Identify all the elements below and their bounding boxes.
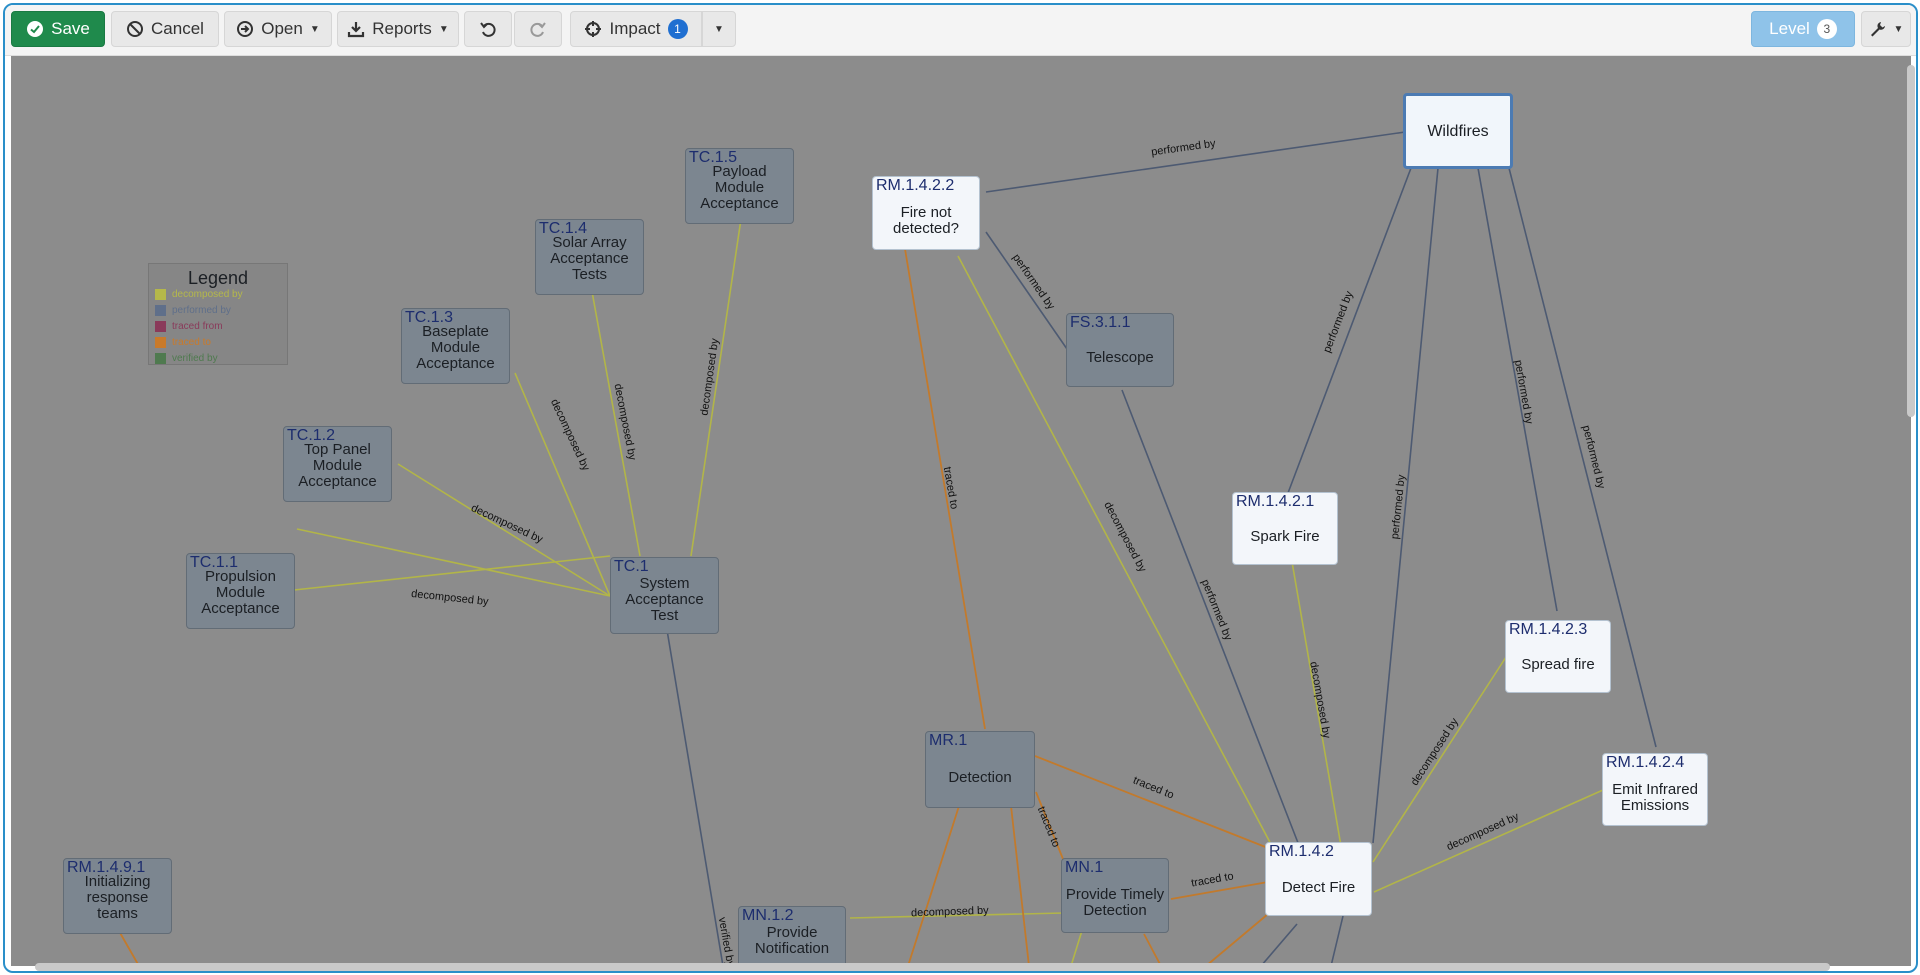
caret-down-icon: ▼ [438,23,449,35]
node-wildfires[interactable]: Wildfires [1403,93,1513,169]
node-rm-1-4-9-1[interactable]: RM.1.4.9.1 Initializing response teams [63,858,172,934]
cancel-button[interactable]: Cancel [111,11,219,47]
open-button[interactable]: Open ▼ [224,11,332,47]
crosshairs-icon [585,21,602,37]
redo-button[interactable] [514,11,562,47]
toolbar: Save Cancel Open ▼ Reports ▼ Impact 1 ▼ [5,5,1916,56]
legend-item: verified by [155,352,218,364]
undo-icon [480,22,496,37]
node-mn-1-2[interactable]: MN.1.2 Provide Notification [738,906,846,966]
node-tc-1-2[interactable]: TC.1.2 Top Panel Module Acceptance [283,426,392,502]
legend-title: Legend [187,268,249,288]
node-tc-1-3[interactable]: TC.1.3 Baseplate Module Acceptance [401,308,510,384]
sign-in-icon [237,21,254,37]
impact-count-badge: 1 [667,19,688,39]
level-label: Level [1769,19,1810,38]
node-mn-1[interactable]: MN.1 Provide Timely Detection [1061,858,1169,933]
legend-item: traced to [155,336,211,348]
save-button[interactable]: Save [11,11,105,47]
legend: Legend decomposed by performed by traced… [148,263,288,365]
node-mr-1[interactable]: MR.1 Detection [925,731,1035,808]
legend-item: traced from [155,320,223,332]
node-tc-1-5[interactable]: TC.1.5 Payload Module Acceptance [685,148,794,224]
caret-down-icon: ▼ [714,23,724,35]
level-value-badge: 3 [1816,19,1837,39]
node-rm-1-4-2[interactable]: RM.1.4.2 Detect Fire [1265,842,1372,916]
caret-down-icon: ▼ [1893,23,1904,35]
node-rm-1-4-2-3[interactable]: RM.1.4.2.3 Spread fire [1505,620,1611,693]
reports-label: Reports [372,19,432,38]
vertical-scrollbar[interactable] [1907,65,1915,417]
cancel-label: Cancel [151,19,204,38]
reports-button[interactable]: Reports ▼ [337,11,459,47]
app-window: Save Cancel Open ▼ Reports ▼ Impact 1 ▼ [3,3,1918,973]
node-rm-1-4-2-2[interactable]: RM.1.4.2.2 Fire not detected? [872,176,980,250]
save-label: Save [51,19,90,38]
horizontal-scrollbar[interactable] [35,963,1830,971]
caret-down-icon: ▼ [309,23,320,35]
node-tc-1[interactable]: TC.1 System Acceptance Test [610,557,719,634]
wrench-icon [1870,22,1885,37]
impact-label: Impact [609,19,661,38]
settings-button[interactable]: ▼ [1861,11,1911,47]
redo-icon [530,22,546,37]
node-tc-1-4[interactable]: TC.1.4 Solar Array Acceptance Tests [535,219,644,295]
impact-button[interactable]: Impact 1 [570,11,702,47]
node-tc-1-1[interactable]: TC.1.1 Propulsion Module Acceptance [186,553,295,629]
level-button[interactable]: Level 3 [1751,11,1855,47]
node-fs-3-1-1[interactable]: FS.3.1.1 Telescope [1066,313,1174,387]
impact-dropdown-button[interactable]: ▼ [702,11,736,47]
legend-item: performed by [155,304,231,316]
node-rm-1-4-2-1[interactable]: RM.1.4.2.1 Spark Fire [1232,492,1338,565]
node-rm-1-4-2-4[interactable]: RM.1.4.2.4 Emit Infrared Emissions [1602,753,1708,826]
diagram-canvas[interactable]: performed by performed by performed by p… [11,56,1911,966]
open-label: Open [261,19,303,38]
check-circle-icon [27,21,44,37]
undo-button[interactable] [464,11,512,47]
legend-item: decomposed by [155,288,243,300]
download-icon [348,22,365,38]
ban-icon [127,21,144,37]
